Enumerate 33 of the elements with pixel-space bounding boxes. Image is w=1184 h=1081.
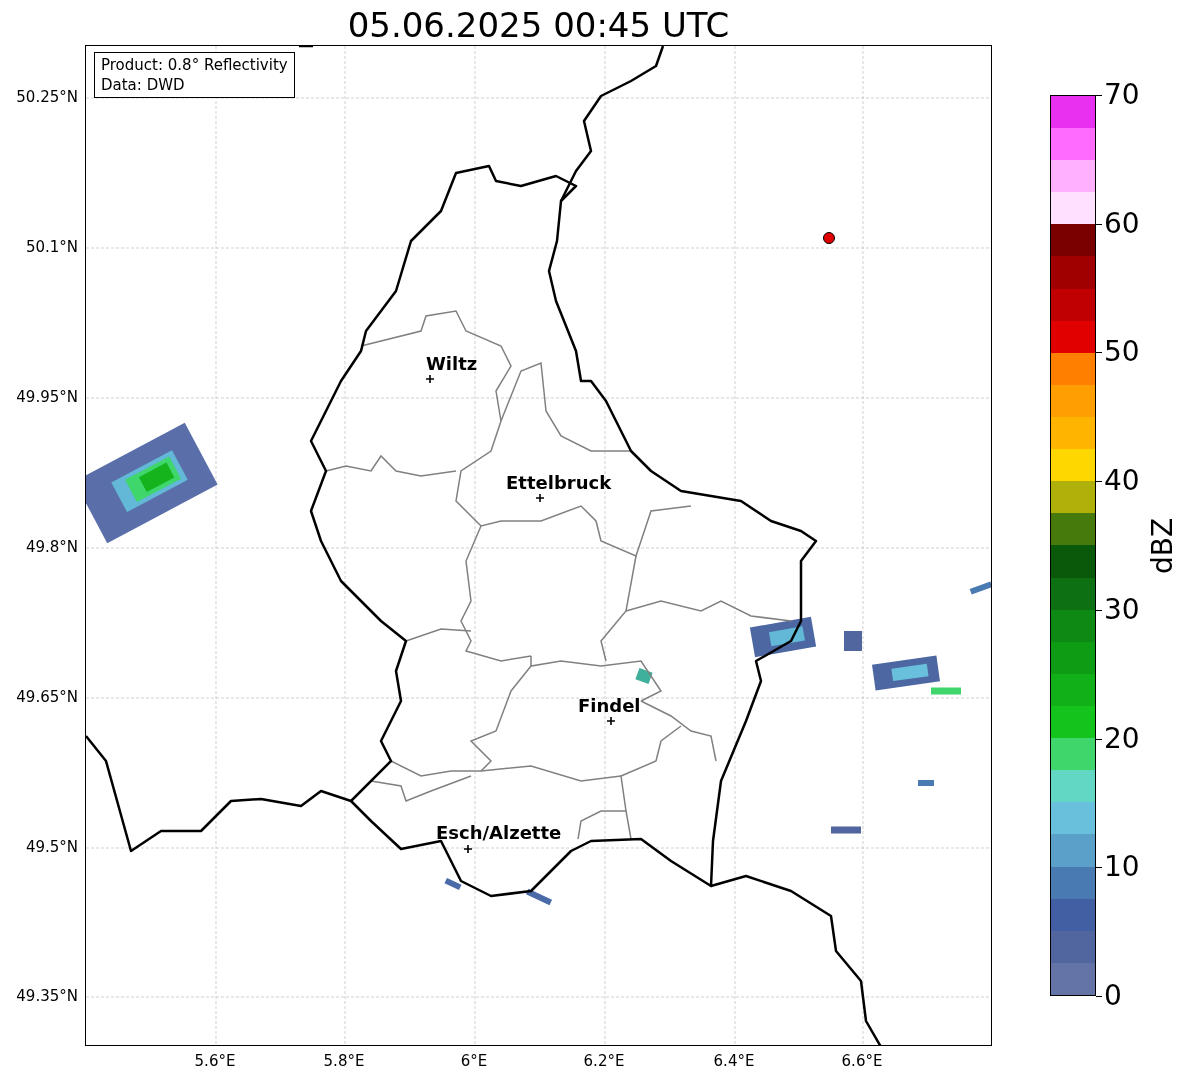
colorbar-tick-label: 0 bbox=[1104, 980, 1122, 1012]
colorbar-tick-label: 50 bbox=[1104, 336, 1140, 369]
colorbar-tick-label: 70 bbox=[1104, 79, 1140, 111]
axis-tick-label: 50.1°N bbox=[25, 238, 78, 256]
axis-tick-label: 49.65°N bbox=[16, 688, 78, 706]
place-label: Ettelbruck bbox=[506, 472, 612, 494]
plus-marker-icon bbox=[464, 845, 472, 853]
info-text: Data: DWD bbox=[101, 75, 186, 95]
info-text: Product: 0.8° Reflectivity bbox=[101, 55, 288, 75]
colorbar-tick-label: 20 bbox=[1104, 722, 1140, 755]
colorbar-tick-label: 10 bbox=[1104, 851, 1140, 884]
axis-tick-label: 50.25°N bbox=[16, 88, 78, 106]
colorbar-label: dBZ bbox=[1147, 516, 1179, 577]
axis-tick-label: 6.2°E bbox=[582, 1052, 626, 1070]
axis-tick-label: 49.35°N bbox=[16, 987, 78, 1005]
axis-tick-label: 5.8°E bbox=[322, 1052, 366, 1070]
place-label: Findel bbox=[578, 695, 641, 717]
axis-tick-label: 49.95°N bbox=[16, 388, 78, 406]
axis-tick-label: 6.4°E bbox=[712, 1052, 756, 1070]
place-label: Esch/Alzette bbox=[436, 822, 562, 844]
axis-tick-label: 5.6°E bbox=[193, 1052, 237, 1070]
axis-tick-label: 49.8°N bbox=[25, 538, 78, 556]
chart-title: 05.06.2025 00:45 UTC bbox=[346, 4, 731, 46]
colorbar-tick-label: 30 bbox=[1104, 593, 1140, 626]
plus-marker-icon bbox=[426, 375, 434, 383]
plus-marker-icon bbox=[607, 717, 615, 725]
axis-tick-label: 6°E bbox=[459, 1052, 489, 1070]
colorbar-tick-label: 60 bbox=[1104, 207, 1140, 240]
axis-tick-label: 6.6°E bbox=[840, 1052, 884, 1070]
axis-tick-label: 49.5°N bbox=[25, 838, 78, 856]
place-label: Wiltz bbox=[426, 353, 478, 375]
plus-marker-icon bbox=[536, 494, 544, 502]
colorbar-tick-label: 40 bbox=[1104, 465, 1140, 498]
